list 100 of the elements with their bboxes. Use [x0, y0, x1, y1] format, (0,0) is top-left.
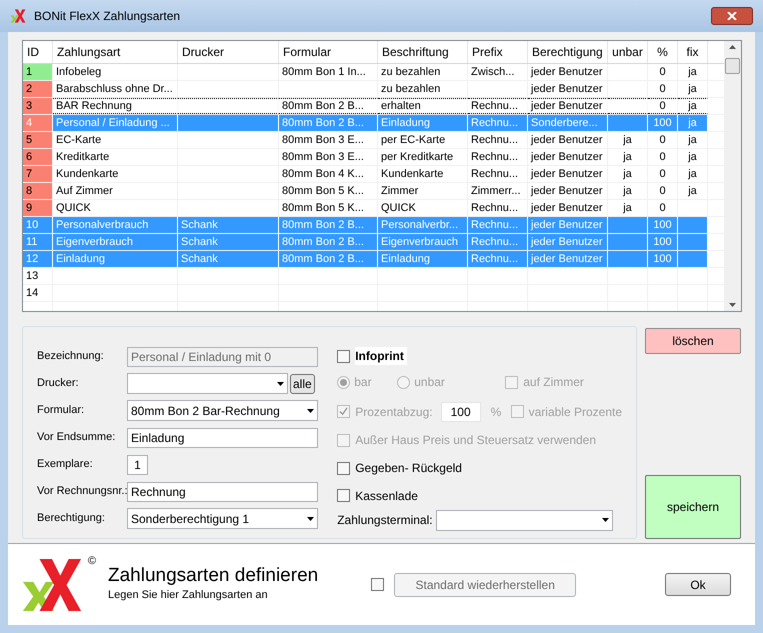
table-cell: Rechnu... [468, 98, 528, 114]
table-cell: Rechnu... [468, 217, 528, 234]
check-icon [339, 407, 348, 416]
table-cell: Sonderbere... [528, 115, 608, 132]
row-id-cell: 5 [23, 132, 53, 148]
table-cell: Schank [178, 234, 279, 250]
field-label: Formular: [37, 403, 86, 418]
text-field[interactable]: Rechnung [127, 482, 318, 502]
row-id-cell: 7 [23, 166, 53, 182]
column-header[interactable]: Berechtigung [528, 41, 608, 64]
table-cell: Rechnu... [468, 234, 528, 250]
table-cell [608, 217, 648, 234]
table-cell: Personal / Einladung ... [53, 115, 178, 132]
table-cell: Rechnu... [468, 251, 528, 268]
delete-button[interactable]: löschen [645, 328, 741, 354]
table-cell: Eigenverbrauch [378, 234, 468, 250]
number-field[interactable]: 1 [127, 454, 148, 474]
table-cell: zu bezahlen [378, 81, 468, 98]
column-header[interactable]: fix [678, 41, 708, 64]
dropdown-field[interactable] [436, 510, 614, 530]
table-cell: Personalverbr... [378, 217, 468, 234]
row-id-cell: 8 [23, 183, 53, 200]
table-cell: 100 [648, 234, 678, 250]
table-cell: Schank [178, 251, 279, 268]
table-cell [678, 251, 708, 268]
table-cell: Einladung [53, 251, 178, 268]
table-cell: zu bezahlen [378, 64, 468, 80]
table-cell: Personalverbrauch [53, 217, 178, 234]
checkbox-label: Gegeben- Rückgeld [355, 460, 462, 477]
table-cell: Eigenverbrauch [53, 234, 178, 250]
table-cell: BAR Rechnung [53, 98, 178, 114]
caret-icon [602, 518, 610, 522]
table-cell: Zimmerr... [468, 183, 528, 200]
field-label: Bezeichnung: [37, 349, 105, 364]
dropdown-field[interactable]: Sonderberechtigung 1 [127, 508, 318, 529]
checkbox-label: Prozentabzug: [355, 404, 433, 420]
column-header[interactable]: Drucker [178, 41, 279, 64]
checkbox[interactable] [337, 350, 350, 362]
checkbox-label: Kassenlade [355, 488, 418, 504]
table-cell: jeder Benutzer [528, 98, 608, 114]
table-cell: Zimmer [378, 183, 468, 200]
close-icon [727, 12, 737, 20]
checkbox[interactable] [337, 489, 350, 502]
table-cell: jeder Benutzer [528, 217, 608, 234]
column-header[interactable]: unbar [608, 41, 648, 64]
table-cell: Einladung [378, 251, 468, 268]
checkbox-label: auf Zimmer [523, 374, 584, 391]
table-cell: jeder Benutzer [528, 200, 608, 216]
dropdown-field[interactable] [127, 373, 288, 394]
table-cell: erhalten [378, 98, 468, 114]
column-header[interactable]: Zahlungsart [53, 41, 178, 64]
all-button[interactable]: alle [290, 374, 315, 394]
table-cell: 100 [648, 217, 678, 234]
table-cell [608, 115, 648, 132]
scrollbar[interactable] [724, 41, 741, 311]
column-header[interactable]: Prefix [468, 41, 528, 64]
field-label: Drucker: [37, 376, 80, 392]
checkbox[interactable] [337, 462, 350, 474]
scroll-thumb[interactable] [725, 58, 740, 74]
table-cell: Rechnu... [468, 115, 528, 132]
window-title: BONit FlexX Zahlungsarten [34, 8, 180, 25]
column-header[interactable]: ID [23, 41, 53, 64]
table-cell: 100 [648, 251, 678, 268]
field-label: Vor Endsumme: [37, 430, 116, 446]
field-label: Vor Rechnungsnr.: [37, 484, 127, 500]
table-cell: 80mm Bon 2 B... [279, 217, 378, 234]
table-cell: jeder Benutzer [528, 251, 608, 268]
copyright-mark: © [88, 554, 96, 568]
table-cell: 80mm Bon 2 B... [279, 98, 378, 114]
caret-icon [307, 516, 314, 520]
row-id-cell: 9 [23, 200, 53, 216]
ok-button[interactable]: Ok [665, 573, 731, 596]
table-cell [608, 234, 648, 250]
table-cell: 80mm Bon 2 B... [279, 115, 378, 132]
page-subtitle: Legen Sie hier Zahlungsarten an [108, 588, 269, 604]
table-cell: Schank [178, 217, 279, 234]
dropdown-field[interactable]: 80mm Bon 2 Bar-Rechnung [127, 400, 318, 421]
table-cell [608, 98, 648, 114]
table-cell [678, 217, 708, 234]
column-header[interactable]: Formular [279, 41, 378, 64]
table-cell: Zwisch... [468, 64, 528, 80]
close-button[interactable] [711, 7, 753, 25]
checkbox-label: Außer Haus Preis und Steuersatz verwenden [355, 432, 596, 449]
table-cell: 0 [648, 98, 678, 114]
column-header[interactable]: % [648, 41, 678, 64]
table-cell: ja [678, 98, 708, 114]
table-cell [608, 251, 648, 268]
scroll-down-icon [729, 303, 736, 307]
scroll-up-icon [729, 45, 736, 49]
table-cell: 80mm Bon 2 B... [279, 234, 378, 250]
save-button[interactable]: speichern [645, 475, 741, 539]
page-title: Zahlungsarten definieren [108, 565, 318, 588]
column-header[interactable]: Beschriftung [378, 41, 468, 64]
table-cell: 100 [648, 115, 678, 132]
table-cell: jeder Benutzer [528, 81, 608, 98]
checkbox-label: Infoprint [355, 347, 407, 365]
table-cell: Einladung [378, 115, 468, 132]
row-id-cell: 1 [23, 64, 53, 80]
checkbox-label: variable Prozente [528, 404, 622, 420]
text-field[interactable]: Einladung [127, 428, 318, 448]
